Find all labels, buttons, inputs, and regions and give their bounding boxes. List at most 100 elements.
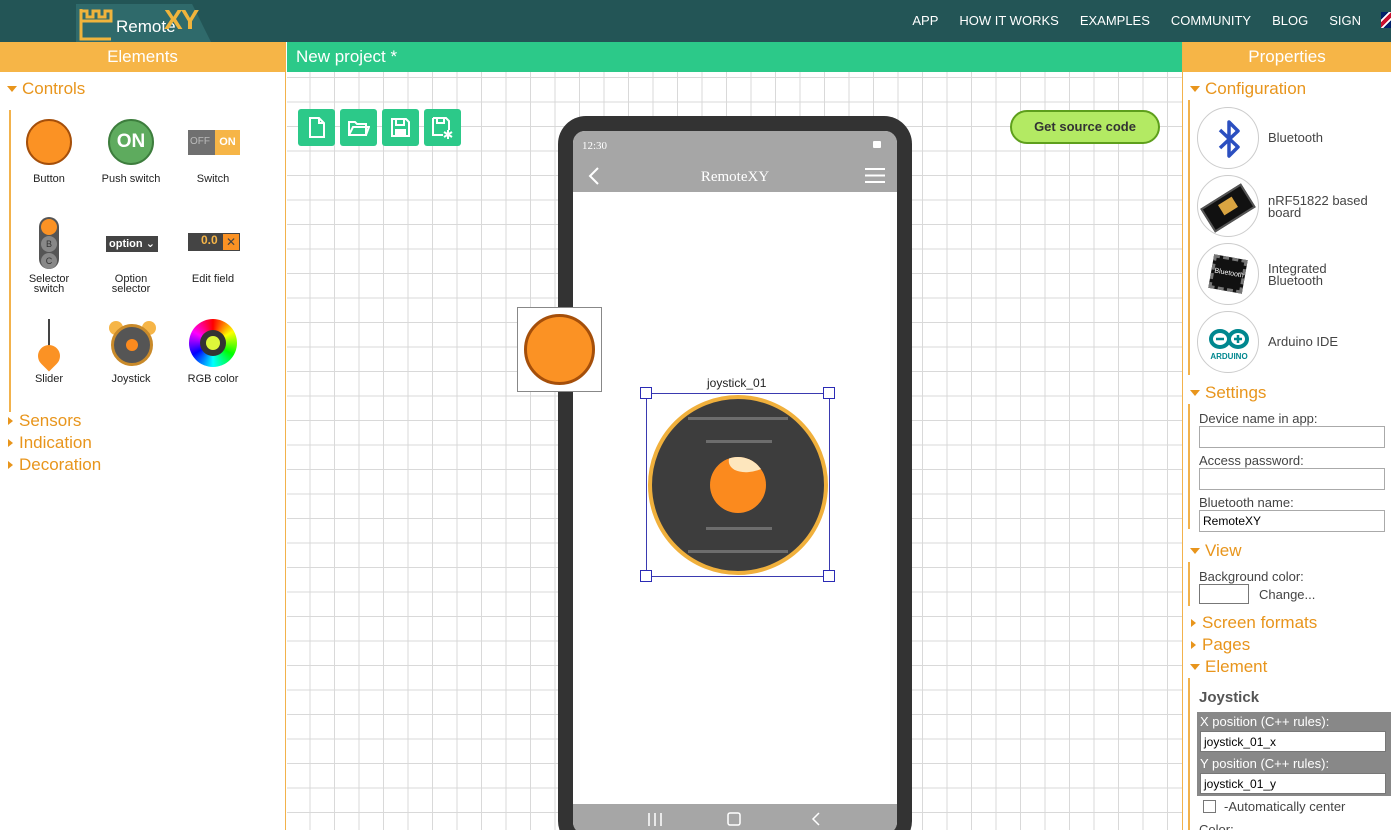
new-project-button[interactable] (298, 109, 335, 146)
phone-app-bar: RemoteXY (573, 159, 897, 192)
section-pages[interactable]: Pages (1183, 634, 1250, 656)
home-icon (727, 812, 741, 826)
collapsed-arrow-icon (1191, 641, 1196, 649)
auto-center-label: -Automatically center (1224, 799, 1346, 814)
recent-apps-icon (648, 813, 662, 826)
save-as-button[interactable] (424, 109, 461, 146)
elements-panel: Elements Controls Button ON Push switch … (0, 42, 286, 830)
resize-handle-bl[interactable] (640, 570, 652, 582)
section-configuration[interactable]: Configuration (1183, 78, 1306, 100)
color-label: Color: (1199, 822, 1234, 830)
element-option-selector[interactable]: option ⌄ Option selector (90, 219, 172, 295)
arduino-icon: ARDUINO (1197, 311, 1259, 373)
collapsed-arrow-icon (8, 461, 13, 469)
logo-xy: XY (164, 4, 199, 35)
lock-icon (873, 141, 881, 148)
collapsed-arrow-icon (8, 439, 13, 447)
background-color-swatch[interactable] (1199, 584, 1249, 604)
main-nav: APP HOW IT WORKS EXAMPLES COMMUNITY BLOG… (891, 13, 1361, 28)
change-color-link[interactable]: Change... (1259, 587, 1315, 602)
get-source-code-button[interactable]: Get source code (1010, 110, 1160, 144)
selector-switch-icon: B C (8, 217, 90, 269)
section-settings[interactable]: Settings (1183, 382, 1266, 404)
design-grid[interactable]: Get source code 12:30 RemoteXY joystick_… (287, 72, 1182, 830)
button-preview (524, 314, 595, 385)
section-element[interactable]: Element (1183, 656, 1267, 678)
nav-how-it-works[interactable]: HOW IT WORKS (959, 13, 1058, 28)
editor-area: New project * Get source code 12:30 Remo… (287, 42, 1182, 830)
edit-field-icon: 0.0 ✕ (172, 219, 254, 269)
rgb-color-icon (172, 319, 254, 369)
expanded-arrow-icon (1190, 548, 1200, 554)
config-nrf51822[interactable]: nRF51822 based board (1197, 175, 1387, 237)
element-slider[interactable]: Slider (8, 319, 90, 385)
joystick-knob[interactable] (710, 457, 766, 513)
button-icon (8, 119, 90, 169)
project-title: New project * (287, 42, 1182, 72)
x-position-input[interactable]: joystick_01_x (1200, 731, 1386, 752)
collapsed-arrow-icon (8, 417, 13, 425)
x-position-label: X position (C++ rules): (1200, 714, 1330, 729)
nav-community[interactable]: COMMUNITY (1171, 13, 1251, 28)
save-as-icon (432, 117, 453, 139)
auto-center-checkbox[interactable] (1203, 800, 1216, 813)
resize-handle-tr[interactable] (823, 387, 835, 399)
top-navigation-bar: Remote XY APP HOW IT WORKS EXAMPLES COMM… (0, 0, 1391, 42)
section-controls[interactable]: Controls (0, 78, 85, 100)
open-project-button[interactable] (340, 109, 377, 146)
switch-icon: OFF ON (172, 119, 254, 169)
open-folder-icon (348, 121, 370, 136)
properties-panel-title: Properties (1183, 42, 1391, 72)
element-name: Joystick (1199, 689, 1260, 706)
nav-sign[interactable]: SIGN (1329, 13, 1361, 28)
resize-handle-tl[interactable] (640, 387, 652, 399)
save-project-button[interactable] (382, 109, 419, 146)
uk-flag-icon[interactable] (1381, 12, 1391, 28)
config-arduino-ide[interactable]: ARDUINO Arduino IDE (1197, 311, 1387, 373)
device-name-label: Device name in app: (1199, 411, 1318, 426)
slider-icon (8, 319, 90, 372)
section-sensors[interactable]: Sensors (0, 410, 81, 432)
bluetooth-name-input[interactable]: RemoteXY (1199, 510, 1385, 532)
y-position-label: Y position (C++ rules): (1200, 756, 1330, 771)
element-push-switch[interactable]: ON Push switch (90, 119, 172, 185)
config-integrated-bluetooth[interactable]: Bluetooth Integrated Bluetooth (1197, 243, 1387, 305)
collapsed-arrow-icon (1191, 619, 1196, 627)
push-switch-icon: ON (90, 119, 172, 169)
nav-examples[interactable]: EXAMPLES (1080, 13, 1150, 28)
remotexy-logo[interactable]: Remote XY (76, 4, 211, 42)
section-view[interactable]: View (1183, 540, 1242, 562)
element-rgb-color[interactable]: RGB color (172, 319, 254, 385)
element-joystick[interactable]: Joystick (90, 319, 172, 385)
element-button[interactable]: Button (8, 119, 90, 185)
crown-logo-icon (79, 9, 113, 41)
expanded-arrow-icon (7, 86, 17, 92)
phone-status-bar: 12:30 (573, 131, 897, 159)
phone-app-title: RemoteXY (700, 169, 770, 185)
dragged-button-element[interactable] (517, 307, 602, 392)
bluetooth-name-label: Bluetooth name: (1199, 495, 1294, 510)
element-switch[interactable]: OFF ON Switch (172, 119, 254, 185)
joystick-label: joystick_01 (707, 376, 767, 390)
section-indication[interactable]: Indication (0, 432, 92, 454)
device-name-input[interactable] (1199, 426, 1385, 448)
option-selector-icon: option ⌄ (90, 219, 172, 269)
resize-handle-br[interactable] (823, 570, 835, 582)
element-edit-field[interactable]: 0.0 ✕ Edit field (172, 219, 254, 285)
joystick-control[interactable] (648, 395, 828, 575)
config-bluetooth[interactable]: Bluetooth (1197, 107, 1387, 169)
background-color-label: Background color: (1199, 569, 1304, 584)
access-password-input[interactable] (1199, 468, 1385, 490)
y-position-input[interactable]: joystick_01_y (1200, 773, 1386, 794)
elements-panel-title: Elements (0, 42, 285, 72)
nav-back-icon (811, 812, 820, 826)
expanded-arrow-icon (1190, 390, 1200, 396)
properties-panel: Properties Configuration Bluetooth nRF51… (1182, 42, 1391, 830)
section-decoration[interactable]: Decoration (0, 454, 101, 476)
new-file-icon (309, 117, 325, 138)
element-selector-switch[interactable]: B C Selector switch (8, 217, 90, 295)
integrated-bluetooth-icon: Bluetooth (1197, 243, 1259, 305)
section-screen-formats[interactable]: Screen formats (1183, 612, 1317, 634)
nav-blog[interactable]: BLOG (1272, 13, 1308, 28)
nav-app[interactable]: APP (912, 13, 938, 28)
